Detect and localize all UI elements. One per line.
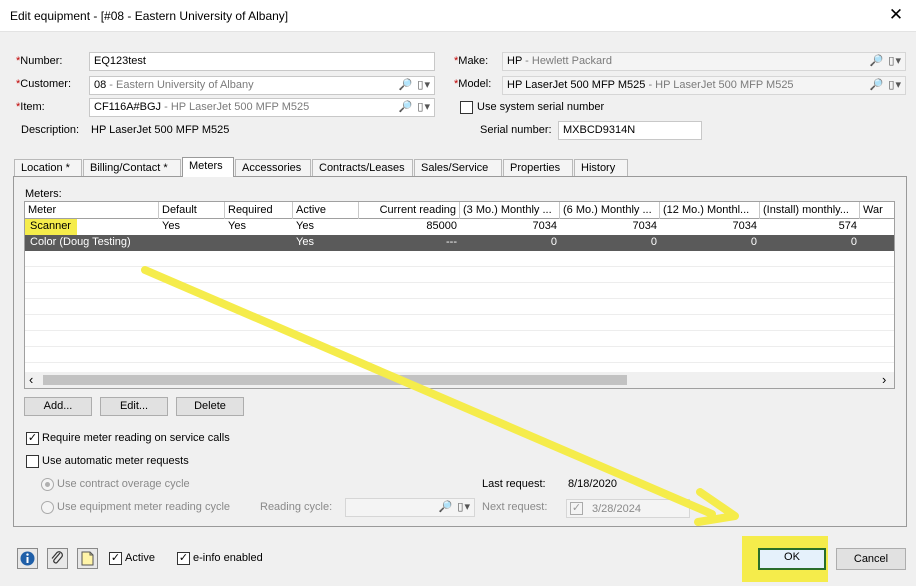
tab-meters[interactable]: Meters xyxy=(182,157,234,177)
annotation-arrow xyxy=(141,266,739,526)
